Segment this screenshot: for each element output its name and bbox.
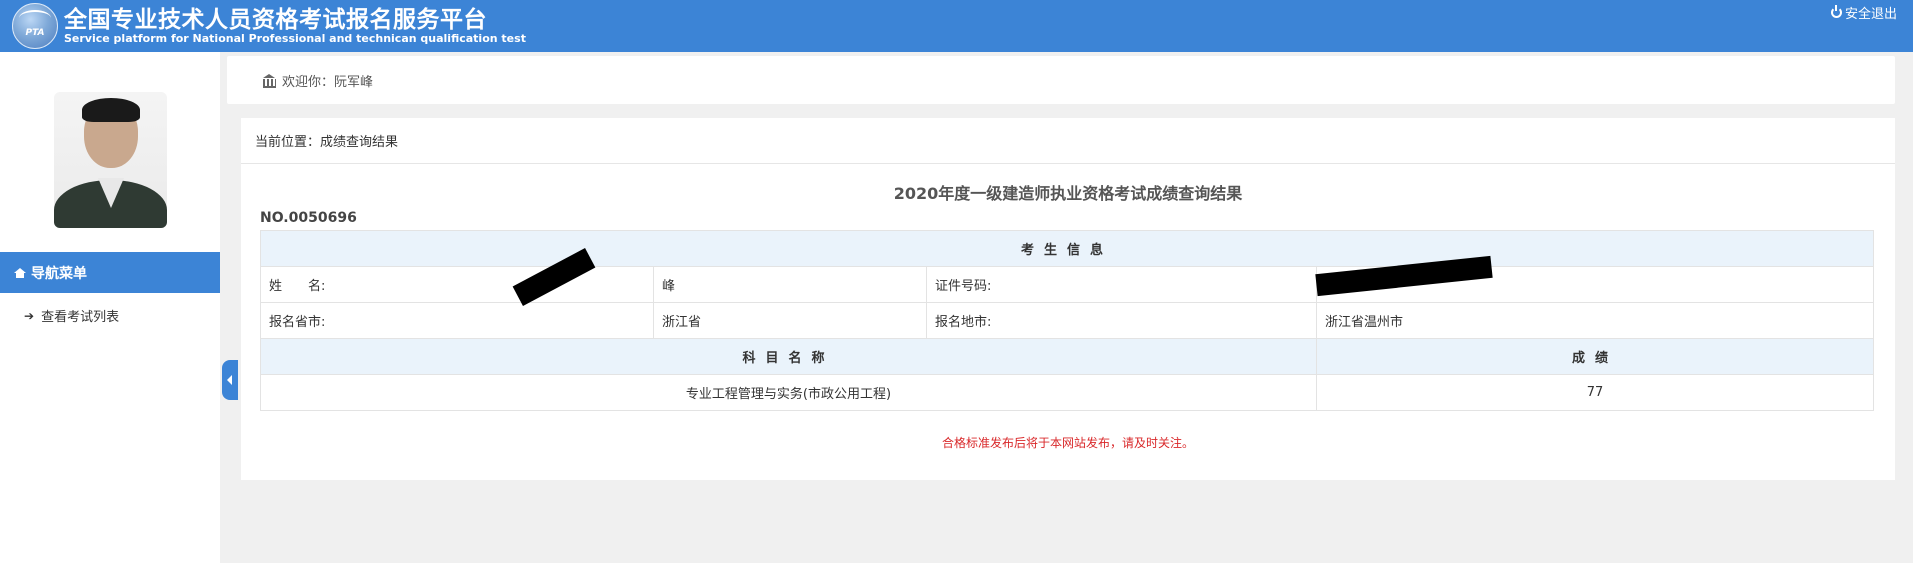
welcome-text: 欢迎你：阮军峰 xyxy=(282,74,374,90)
result-panel: 当前位置：成绩查询结果 2020年度一级建造师执业资格考试成绩查询结果 NO.0… xyxy=(241,118,1895,480)
sidebar-item-label: 查看考试列表 xyxy=(41,310,120,325)
sidebar-item-exam-list[interactable]: ➔ 查看考试列表 xyxy=(24,306,120,326)
table-row: 报名省市: 浙江省 报名地市: 浙江省温州市 xyxy=(260,302,1874,339)
subject-header: 科目名称 xyxy=(260,338,1317,375)
sidebar: 导航菜单 ➔ 查看考试列表 xyxy=(0,52,220,563)
province-value: 浙江省 xyxy=(653,302,927,339)
province-label: 报名省市: xyxy=(260,302,654,339)
platform-subtitle: Service platform for National Profession… xyxy=(64,32,526,45)
table-row: 姓 名: 峰 证件号码: 6 xyxy=(260,266,1874,303)
sign-in-icon: ➔ xyxy=(24,308,35,323)
logout-button[interactable]: 安全退出 xyxy=(1830,3,1897,22)
city-label: 报名地市: xyxy=(926,302,1317,339)
candidate-section-header: 考生信息 xyxy=(260,230,1874,267)
logout-label: 安全退出 xyxy=(1844,7,1897,22)
notice-text: 合格标准发布后将于本网站发布，请及时关注。 xyxy=(941,436,1194,450)
subject-name: 专业工程管理与实务(市政公用工程) xyxy=(260,374,1317,411)
top-header: PTA 全国专业技术人员资格考试报名服务平台 Service platform … xyxy=(0,0,1913,52)
platform-title: 全国专业技术人员资格考试报名服务平台 xyxy=(64,7,487,33)
name-value: 峰 xyxy=(653,266,927,303)
home-icon xyxy=(14,267,26,278)
nav-menu-header: 导航菜单 xyxy=(0,252,220,293)
institution-icon xyxy=(263,74,276,88)
id-number-label: 证件号码: xyxy=(926,266,1317,303)
subject-section-header: 科目名称 成绩 xyxy=(260,338,1874,375)
power-icon xyxy=(1830,5,1842,18)
sidebar-collapse-toggle[interactable] xyxy=(222,360,238,400)
certificate-number: NO.0050696 xyxy=(260,210,357,226)
avatar xyxy=(54,92,167,228)
page-title: 2020年度一级建造师执业资格考试成绩查询结果 xyxy=(893,184,1243,203)
table-row: 专业工程管理与实务(市政公用工程) 77 xyxy=(260,374,1874,411)
breadcrumb: 当前位置：成绩查询结果 xyxy=(241,118,1895,164)
name-label: 姓 名: xyxy=(260,266,654,303)
score-value: 77 xyxy=(1316,374,1874,411)
city-value: 浙江省温州市 xyxy=(1316,302,1874,339)
pta-logo: PTA xyxy=(12,3,58,49)
welcome-bar: 欢迎你：阮军峰 xyxy=(227,56,1895,104)
score-table: 考生信息 姓 名: 峰 证件号码: 6 报名省市: 浙江省 报名地市: 浙江省温… xyxy=(260,230,1874,411)
score-header: 成绩 xyxy=(1316,338,1874,375)
